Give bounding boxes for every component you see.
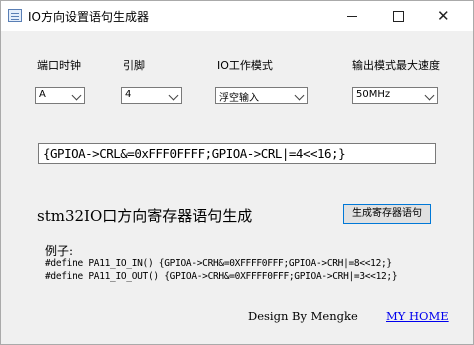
home-link[interactable]: MY HOME bbox=[386, 309, 449, 323]
title-bar: IO方向设置语句生成器 ✕ bbox=[1, 1, 473, 31]
page-heading: stm32IO口方向寄存器语句生成 bbox=[37, 207, 253, 225]
io-mode-select-value: 浮空输入 bbox=[219, 93, 259, 104]
speed-select[interactable]: 50MHz bbox=[352, 87, 438, 104]
author-credit: Design By Mengke bbox=[248, 309, 358, 323]
generate-button[interactable]: 生成寄存器语句 bbox=[343, 204, 431, 224]
close-button[interactable]: ✕ bbox=[422, 1, 468, 31]
example-line-in: #define PA11_IO_IN() {GPIOA->CRH&=0XFFFF… bbox=[45, 258, 392, 269]
pin-label: 引脚 bbox=[123, 59, 145, 72]
output-speed-label: 输出模式最大速度 bbox=[352, 59, 440, 72]
maximize-button[interactable] bbox=[376, 1, 422, 31]
maximize-icon bbox=[393, 11, 404, 22]
chevron-down-icon bbox=[71, 90, 82, 101]
main-window: IO方向设置语句生成器 ✕ 端口时钟 引脚 IO工作模式 输出模式最大速度 A … bbox=[0, 0, 474, 345]
code-output-text: {GPIOA->CRL&=0xFFF0FFFF;GPIOA->CRL|=4<<1… bbox=[43, 146, 346, 161]
example-label: 例子: bbox=[45, 244, 74, 258]
chevron-down-icon bbox=[294, 90, 305, 101]
port-clock-label: 端口时钟 bbox=[37, 59, 81, 72]
minimize-icon bbox=[347, 16, 357, 17]
window-title: IO方向设置语句生成器 bbox=[28, 10, 149, 24]
minimize-button[interactable] bbox=[330, 1, 376, 31]
chevron-down-icon bbox=[168, 90, 179, 101]
close-icon: ✕ bbox=[437, 7, 450, 25]
chevron-down-icon bbox=[424, 90, 435, 101]
io-mode-label: IO工作模式 bbox=[217, 59, 273, 72]
code-output-field[interactable]: {GPIOA->CRL&=0xFFF0FFFF;GPIOA->CRL|=4<<1… bbox=[38, 143, 436, 164]
port-select-value: A bbox=[39, 89, 46, 100]
io-mode-select[interactable]: 浮空输入 bbox=[215, 87, 308, 104]
pin-select-value: 4 bbox=[125, 89, 132, 100]
app-icon bbox=[8, 9, 22, 22]
port-select[interactable]: A bbox=[35, 87, 85, 104]
speed-select-value: 50MHz bbox=[356, 89, 391, 100]
pin-select[interactable]: 4 bbox=[121, 87, 182, 104]
example-line-out: #define PA11_IO_OUT() {GPIOA->CRH&=0XFFF… bbox=[45, 271, 398, 282]
